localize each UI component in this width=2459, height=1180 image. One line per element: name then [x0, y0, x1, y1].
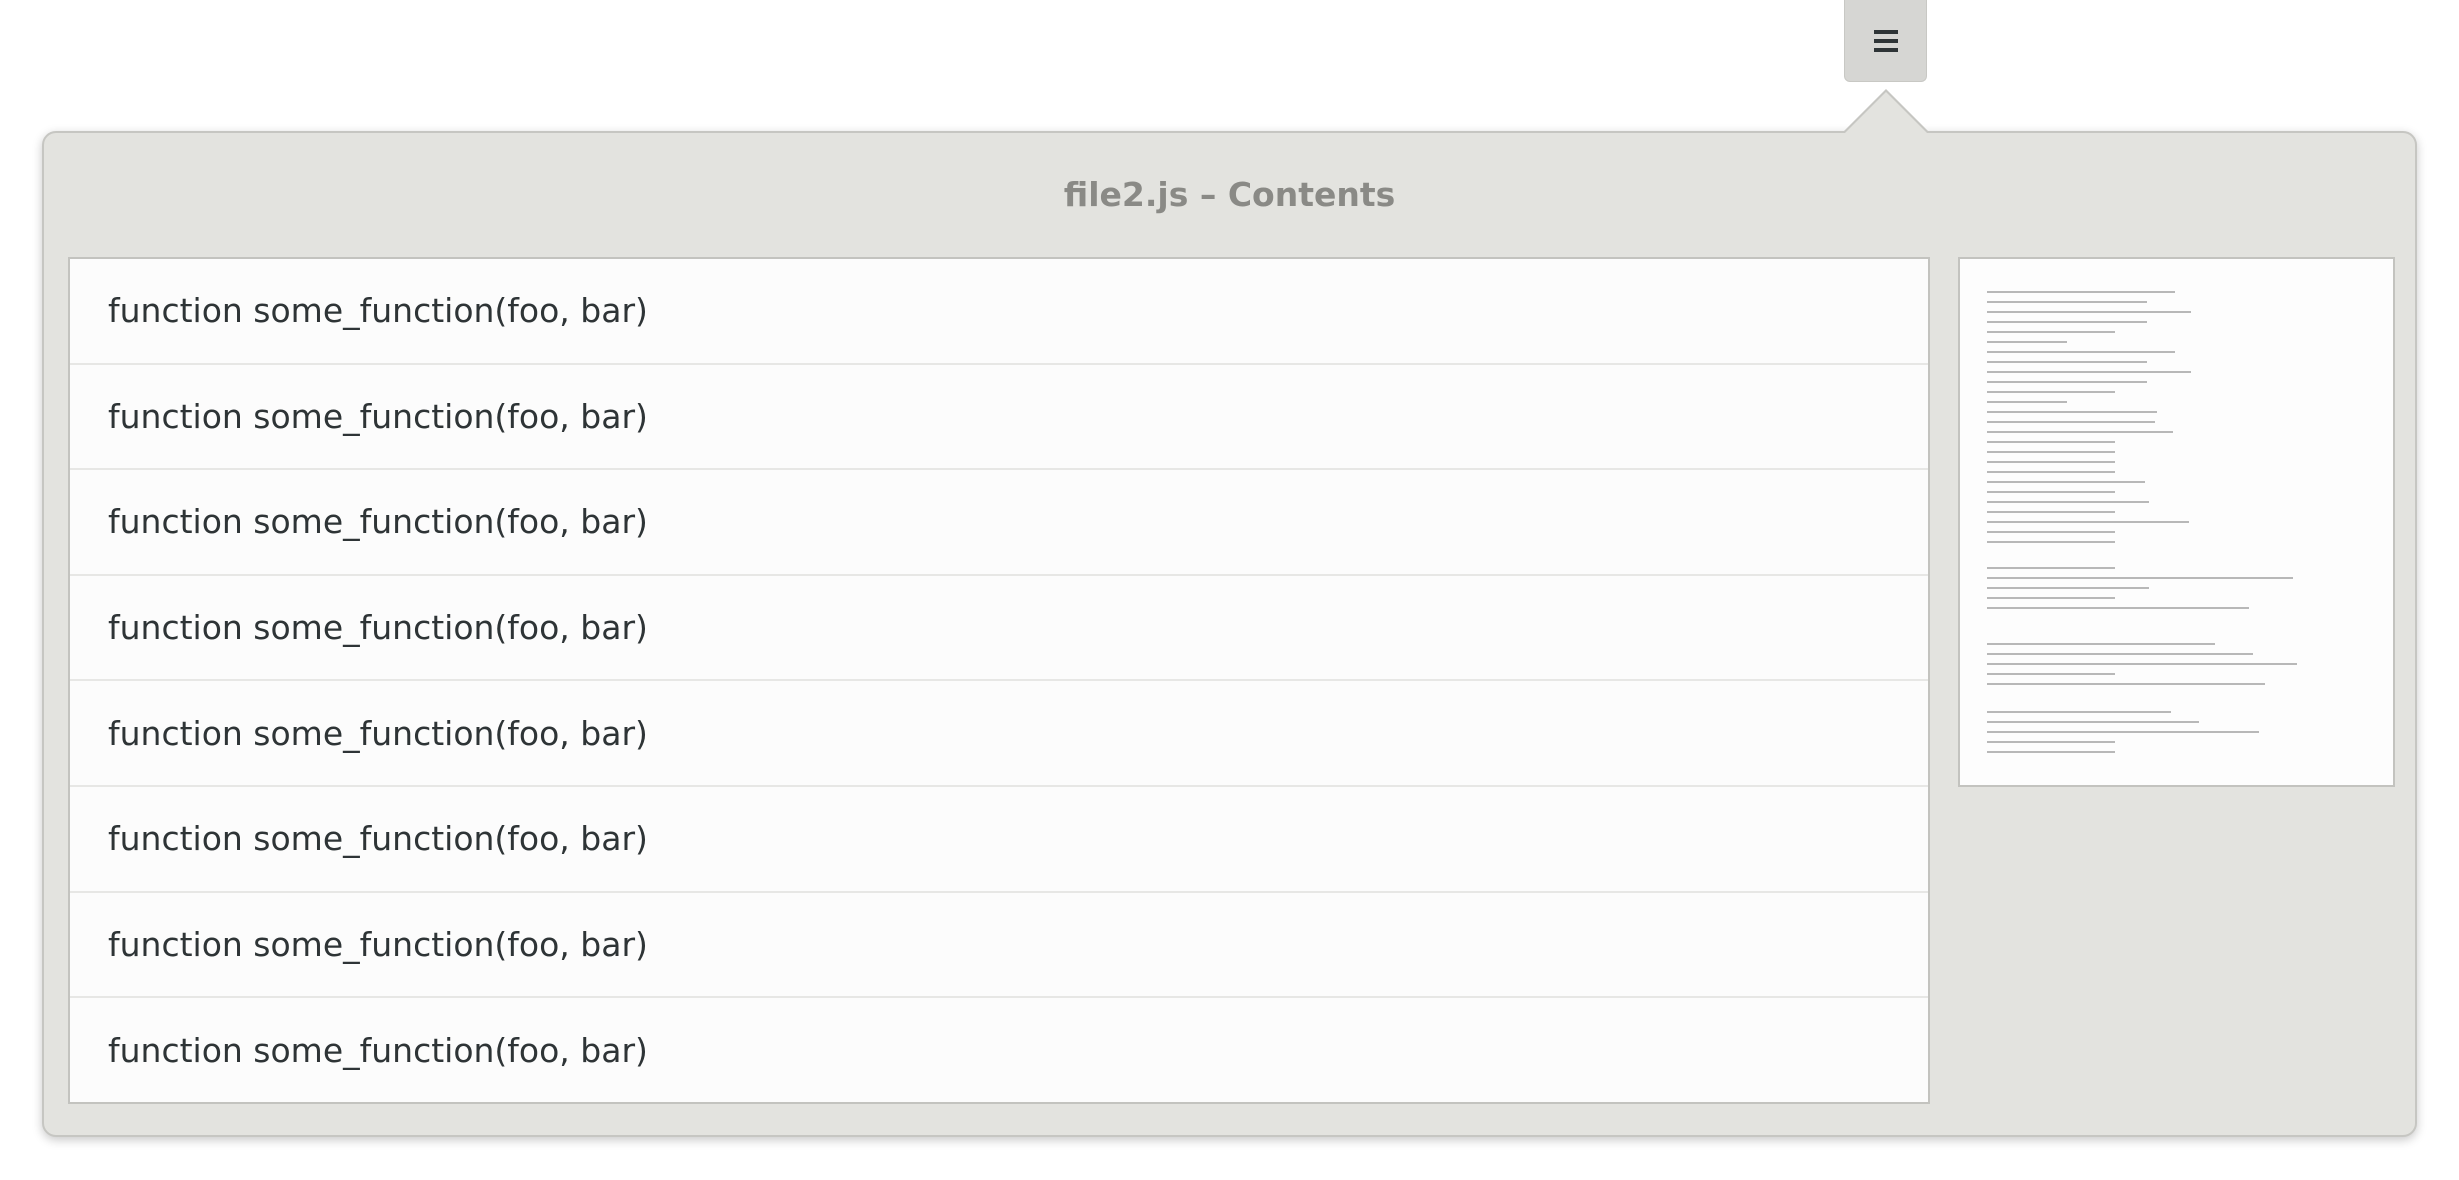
minimap-line — [1987, 721, 2199, 723]
minimap-line — [1987, 401, 2067, 403]
minimap-line — [1987, 461, 2115, 463]
minimap-line — [1987, 411, 2157, 413]
minimap-line — [1987, 291, 2175, 293]
minimap-line — [1987, 567, 2115, 569]
minimap-line — [1987, 351, 2175, 353]
contents-popover: file2.js – Contents function some_functi… — [42, 131, 2417, 1137]
document-minimap[interactable] — [1958, 257, 2395, 787]
minimap-preview — [1987, 291, 2297, 753]
list-item[interactable]: function some_function(foo, bar) — [70, 893, 1928, 999]
minimap-line — [1987, 311, 2191, 313]
minimap-line — [1987, 683, 2265, 685]
list-item[interactable]: function some_function(foo, bar) — [70, 259, 1928, 365]
minimap-line — [1987, 341, 2067, 343]
minimap-line — [1987, 361, 2147, 363]
list-item[interactable]: function some_function(foo, bar) — [70, 998, 1928, 1104]
minimap-line — [1987, 481, 2145, 483]
minimap-line — [1987, 597, 2115, 599]
minimap-line — [1987, 511, 2115, 513]
minimap-line — [1987, 541, 2115, 543]
minimap-line — [1987, 587, 2149, 589]
list-item[interactable]: function some_function(foo, bar) — [70, 470, 1928, 576]
list-item[interactable]: function some_function(foo, bar) — [70, 365, 1928, 471]
minimap-line — [1987, 711, 2171, 713]
minimap-line — [1987, 741, 2115, 743]
minimap-line — [1987, 663, 2297, 665]
minimap-line — [1987, 751, 2115, 753]
menu-button[interactable] — [1844, 0, 1927, 82]
minimap-line — [1987, 577, 2293, 579]
symbol-list: function some_function(foo, bar) functio… — [68, 257, 1930, 1104]
minimap-line — [1987, 421, 2155, 423]
list-item[interactable]: function some_function(foo, bar) — [70, 576, 1928, 682]
minimap-line — [1987, 431, 2173, 433]
minimap-line — [1987, 491, 2115, 493]
minimap-line — [1987, 391, 2115, 393]
popover-title: file2.js – Contents — [1063, 175, 1396, 214]
minimap-line — [1987, 521, 2189, 523]
minimap-line — [1987, 607, 2249, 609]
minimap-line — [1987, 501, 2149, 503]
minimap-line — [1987, 653, 2253, 655]
minimap-line — [1987, 531, 2115, 533]
minimap-line — [1987, 321, 2147, 323]
minimap-line — [1987, 381, 2147, 383]
minimap-line — [1987, 331, 2115, 333]
minimap-line — [1987, 301, 2147, 303]
minimap-line — [1987, 371, 2191, 373]
minimap-line — [1987, 441, 2115, 443]
minimap-line — [1987, 673, 2115, 675]
minimap-line — [1987, 643, 2215, 645]
list-item[interactable]: function some_function(foo, bar) — [70, 681, 1928, 787]
minimap-line — [1987, 471, 2115, 473]
minimap-line — [1987, 731, 2259, 733]
minimap-line — [1987, 451, 2115, 453]
list-item[interactable]: function some_function(foo, bar) — [70, 787, 1928, 893]
hamburger-menu-icon — [1873, 29, 1898, 52]
